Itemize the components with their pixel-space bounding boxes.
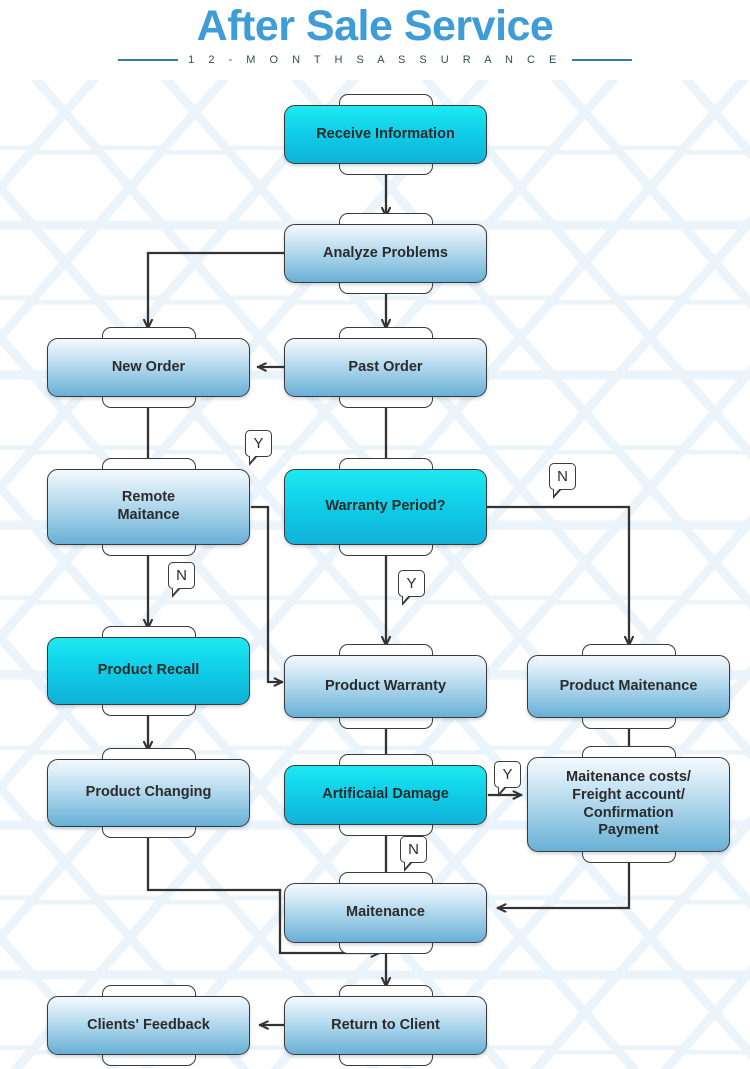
node-return-to-client[interactable]: Return to Client xyxy=(284,985,487,1066)
node-label: Product Recall xyxy=(47,637,250,705)
edge-analyze-to-new-order xyxy=(148,251,288,328)
speech-bubble-tail-icon xyxy=(498,785,507,797)
node-label-line-1: Maitenance costs/ xyxy=(566,769,691,786)
node-maitenance[interactable]: Maitenance xyxy=(284,872,487,954)
edge-label-text: N xyxy=(549,463,576,490)
node-label-line-3: Confirmation xyxy=(583,804,674,821)
edge-label-text: N xyxy=(168,562,195,589)
node-label: Product Warranty xyxy=(284,655,487,718)
edge-changing-to-maitenance-a xyxy=(146,827,282,892)
speech-bubble-tail-icon xyxy=(249,454,258,466)
node-label: Return to Client xyxy=(284,996,487,1055)
node-label: Receive Information xyxy=(284,105,487,164)
node-product-maitenance[interactable]: Product Maitenance xyxy=(527,644,730,729)
node-label: Clients' Feedback xyxy=(47,996,250,1055)
edge-label-text: Y xyxy=(245,430,272,457)
node-label: Maitenance xyxy=(284,883,487,943)
edge-label-damage-yes: Y xyxy=(494,761,521,797)
edge-label-text: N xyxy=(400,836,427,863)
node-label-line-1: Remote xyxy=(121,489,176,506)
node-remote-maitance[interactable]: Remote Maitance xyxy=(47,458,250,556)
page-title: After Sale Service xyxy=(196,2,554,50)
edge-label-remote-yes: Y xyxy=(245,430,272,466)
speech-bubble-tail-icon xyxy=(172,586,181,598)
node-product-warranty[interactable]: Product Warranty xyxy=(284,644,487,729)
page-header: After Sale Service 1 2 - M O N T H S A S… xyxy=(0,0,750,88)
node-product-changing[interactable]: Product Changing xyxy=(47,748,250,838)
node-product-recall[interactable]: Product Recall xyxy=(47,626,250,716)
node-label-line-4: Payment xyxy=(598,822,659,839)
node-receive-information[interactable]: Receive Information xyxy=(284,94,487,175)
node-label: Maitenance costs/ Freight account/ Confi… xyxy=(527,757,730,852)
page-subtitle: 1 2 - M O N T H S A S S U R A N C E xyxy=(188,54,562,67)
subtitle-rule-right xyxy=(571,59,632,62)
edge-label-warranty-yes: Y xyxy=(398,570,425,606)
node-clients-feedback[interactable]: Clients' Feedback xyxy=(47,985,250,1066)
node-label: Past Order xyxy=(284,338,487,397)
edge-label-text: Y xyxy=(398,570,425,597)
edge-remote-yes-to-product-warranty xyxy=(250,505,282,682)
speech-bubble-tail-icon xyxy=(553,487,562,499)
node-label: Product Maitenance xyxy=(527,655,730,718)
node-label: Product Changing xyxy=(47,759,250,827)
node-analyze-problems[interactable]: Analyze Problems xyxy=(284,213,487,294)
node-maitenance-costs[interactable]: Maitenance costs/ Freight account/ Confi… xyxy=(527,746,730,863)
node-label: Artificaial Damage xyxy=(284,765,487,825)
edge-label-text: Y xyxy=(494,761,521,788)
edge-label-damage-no: N xyxy=(400,836,427,872)
node-new-order[interactable]: New Order xyxy=(47,327,250,408)
node-artificaial-damage[interactable]: Artificaial Damage xyxy=(284,754,487,836)
node-label: Warranty Period? xyxy=(284,469,487,545)
node-label-line-2: Maitance xyxy=(117,507,180,523)
node-label: Analyze Problems xyxy=(284,224,487,283)
node-label: New Order xyxy=(47,338,250,397)
subtitle-rule-left xyxy=(118,59,179,62)
speech-bubble-tail-icon xyxy=(402,594,411,606)
speech-bubble-tail-icon xyxy=(404,860,413,872)
node-warranty-period[interactable]: Warranty Period? xyxy=(284,458,487,556)
edge-warranty-no-to-product-maitenance xyxy=(485,505,629,645)
edge-label-warranty-no: N xyxy=(549,463,576,499)
node-label: Remote Maitance xyxy=(47,469,250,545)
node-label-line-2: Freight account/ xyxy=(572,786,685,803)
node-past-order[interactable]: Past Order xyxy=(284,327,487,408)
edge-label-remote-no: N xyxy=(168,562,195,598)
subtitle-row: 1 2 - M O N T H S A S S U R A N C E xyxy=(0,54,750,66)
